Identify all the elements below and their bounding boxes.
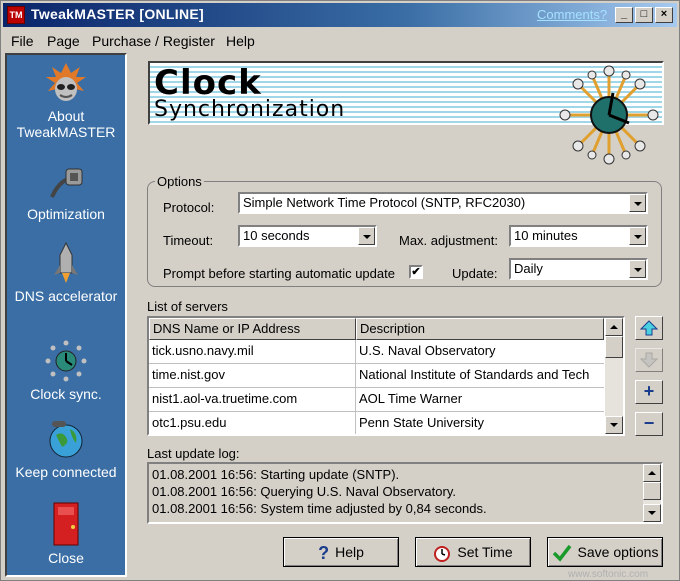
window-title: TweakMASTER [ONLINE] bbox=[31, 6, 204, 22]
move-down-button[interactable] bbox=[635, 348, 663, 372]
app-window: TM TweakMASTER [ONLINE] Comments? _ □ × … bbox=[0, 0, 680, 581]
log-line: 01.08.2001 16:56: System time adjusted b… bbox=[152, 501, 487, 516]
prompt-checkbox[interactable]: ✔ bbox=[409, 265, 423, 279]
rocket-icon bbox=[54, 241, 78, 283]
menu-purchase-register[interactable]: Purchase / Register bbox=[92, 33, 215, 49]
column-header-description[interactable]: Description bbox=[356, 318, 604, 340]
menu-page[interactable]: Page bbox=[47, 33, 80, 49]
sidebar-item-about-label: About TweakMASTER bbox=[16, 108, 116, 140]
sidebar-item-keep-connected-label: Keep connected bbox=[15, 464, 117, 480]
scroll-down-arrow-icon[interactable] bbox=[643, 504, 661, 522]
sidebar-item-about[interactable]: About TweakMASTER bbox=[7, 61, 125, 140]
clock-illustration-icon bbox=[559, 65, 659, 165]
timeout-label: Timeout: bbox=[163, 233, 214, 248]
set-time-button[interactable]: Set Time bbox=[415, 537, 531, 567]
minimize-button[interactable]: _ bbox=[615, 7, 633, 23]
cable-plug-icon bbox=[50, 168, 83, 198]
chevron-down-icon[interactable] bbox=[629, 260, 646, 278]
remove-server-button[interactable]: − bbox=[635, 412, 663, 436]
move-up-button[interactable] bbox=[635, 316, 663, 340]
globe-phone-icon bbox=[49, 421, 83, 458]
sidebar: About TweakMASTER Optimization DNS accel… bbox=[5, 53, 127, 577]
timeout-value: 10 seconds bbox=[243, 228, 310, 243]
update-value: Daily bbox=[514, 261, 543, 276]
sidebar-item-clock-label: Clock sync. bbox=[30, 386, 102, 402]
close-button[interactable]: × bbox=[655, 7, 673, 23]
add-server-button[interactable]: + bbox=[635, 380, 663, 404]
update-select[interactable]: Daily bbox=[509, 258, 648, 280]
chevron-down-icon[interactable] bbox=[629, 227, 646, 245]
log-line: 01.08.2001 16:56: Starting update (SNTP)… bbox=[152, 467, 400, 482]
scroll-thumb[interactable] bbox=[643, 482, 661, 500]
column-header-dns[interactable]: DNS Name or IP Address bbox=[149, 318, 356, 340]
menu-file[interactable]: File bbox=[11, 33, 34, 49]
question-mark-icon: ? bbox=[318, 543, 330, 564]
protocol-value: Simple Network Time Protocol (SNTP, RFC2… bbox=[243, 195, 526, 210]
table-cell-description: AOL Time Warner bbox=[356, 388, 604, 412]
comments-link[interactable]: Comments? bbox=[537, 7, 607, 22]
scroll-down-arrow-icon[interactable] bbox=[605, 416, 623, 434]
update-label: Update: bbox=[452, 266, 498, 281]
table-cell-dns: nist1.aol-va.truetime.com bbox=[149, 388, 356, 412]
servers-label: List of servers bbox=[147, 299, 228, 314]
help-button-label: Help bbox=[335, 544, 364, 560]
scroll-thumb[interactable] bbox=[605, 336, 623, 358]
page-subtitle: Synchronization bbox=[154, 97, 346, 122]
log-line: 01.08.2001 16:56: Querying U.S. Naval Ob… bbox=[152, 484, 456, 499]
protocol-label: Protocol: bbox=[163, 200, 215, 215]
maximize-button[interactable]: □ bbox=[635, 7, 653, 23]
set-time-button-label: Set Time bbox=[457, 544, 513, 560]
max-adjustment-label: Max. adjustment: bbox=[399, 233, 498, 248]
sidebar-item-close[interactable]: Close bbox=[7, 501, 125, 566]
chevron-down-icon[interactable] bbox=[629, 194, 646, 212]
options-legend: Options bbox=[155, 174, 204, 189]
table-cell-dns: otc1.psu.edu bbox=[149, 412, 356, 434]
menu-help[interactable]: Help bbox=[226, 33, 255, 49]
servers-scrollbar[interactable] bbox=[605, 318, 623, 434]
title-bar[interactable]: TM TweakMASTER [ONLINE] Comments? _ □ × bbox=[3, 3, 677, 27]
logo-face-icon bbox=[46, 63, 86, 101]
sidebar-item-keep-connected[interactable]: Keep connected bbox=[7, 417, 125, 480]
sidebar-item-dns-label: DNS accelerator bbox=[14, 288, 118, 304]
max-adjustment-value: 10 minutes bbox=[514, 228, 578, 243]
scroll-up-arrow-icon[interactable] bbox=[643, 464, 661, 482]
table-cell-dns: time.nist.gov bbox=[149, 364, 356, 388]
log-label: Last update log: bbox=[147, 446, 240, 461]
table-cell-dns: tick.usno.navy.mil bbox=[149, 340, 356, 364]
sidebar-item-optimization-label: Optimization bbox=[27, 206, 105, 222]
update-log: 01.08.2001 16:56: Starting update (SNTP)… bbox=[147, 462, 663, 524]
arrow-up-icon bbox=[639, 320, 659, 336]
chevron-down-icon[interactable] bbox=[358, 227, 375, 245]
prompt-label: Prompt before starting automatic update bbox=[163, 266, 395, 281]
table-cell-description: National Institute of Standards and Tech bbox=[356, 364, 604, 388]
help-button[interactable]: ? Help bbox=[283, 537, 399, 567]
table-cell-description: U.S. Naval Observatory bbox=[356, 340, 604, 364]
sidebar-item-dns-accelerator[interactable]: DNS accelerator bbox=[7, 241, 125, 304]
servers-table: DNS Name or IP Address Description tick.… bbox=[147, 316, 625, 436]
clock-icon bbox=[45, 340, 87, 382]
sidebar-item-close-label: Close bbox=[48, 550, 84, 566]
save-options-button-label: Save options bbox=[577, 544, 659, 560]
log-scrollbar[interactable] bbox=[643, 464, 661, 522]
app-logo-icon: TM bbox=[7, 6, 25, 24]
menu-bar: File Page Purchase / Register Help bbox=[3, 29, 677, 51]
alarm-clock-icon bbox=[434, 546, 451, 563]
watermark: www.softonic.com bbox=[568, 569, 649, 580]
save-options-button[interactable]: Save options bbox=[547, 537, 663, 567]
sidebar-item-optimization[interactable]: Optimization bbox=[7, 163, 125, 222]
arrow-down-icon bbox=[639, 352, 659, 368]
checkmark-icon bbox=[552, 545, 571, 562]
door-icon bbox=[53, 502, 79, 546]
max-adjustment-select[interactable]: 10 minutes bbox=[509, 225, 648, 247]
protocol-select[interactable]: Simple Network Time Protocol (SNTP, RFC2… bbox=[238, 192, 648, 214]
sidebar-item-clock-sync[interactable]: Clock sync. bbox=[7, 339, 125, 402]
table-cell-description: Penn State University bbox=[356, 412, 604, 434]
timeout-select[interactable]: 10 seconds bbox=[238, 225, 377, 247]
scroll-up-arrow-icon[interactable] bbox=[605, 318, 623, 336]
